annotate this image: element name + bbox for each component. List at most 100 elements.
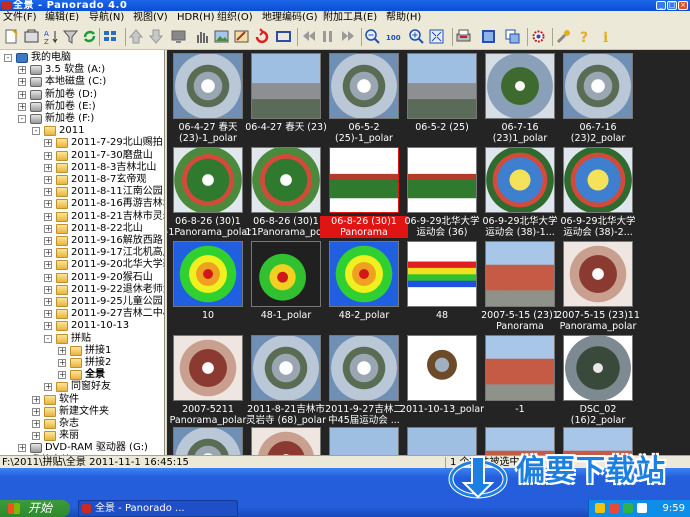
menu-geocode[interactable]: 地理编码(G) xyxy=(262,12,318,23)
tree-item[interactable]: +2011-9-27吉林二中4 xyxy=(0,308,164,320)
screen-icon[interactable] xyxy=(480,28,497,45)
tree-item[interactable]: +2011-9-17江北机高广 xyxy=(0,247,164,259)
tree-item[interactable]: + 同窗好友 xyxy=(0,381,164,393)
collapse-icon[interactable]: - xyxy=(4,54,12,62)
tree-item[interactable]: + 新加卷 (E:) xyxy=(0,101,164,113)
thumbnail-image[interactable] xyxy=(485,335,555,401)
expand-icon[interactable]: + xyxy=(44,163,52,172)
thumbnail-item[interactable]: 06-5-2 (25) xyxy=(404,50,480,142)
thumbnail-image[interactable] xyxy=(173,335,243,401)
close-button[interactable]: × xyxy=(678,1,688,10)
refresh-icon[interactable] xyxy=(81,28,98,45)
expand-icon[interactable]: + xyxy=(44,383,52,392)
thumbnail-item[interactable] xyxy=(248,424,324,455)
tree-item[interactable]: +3.5 软盘 (A:) xyxy=(0,64,164,76)
thumbnail-image[interactable] xyxy=(407,335,477,401)
tree-item[interactable]: + DVD-RAM 驱动器 (G:) xyxy=(0,442,164,454)
thumbnail-image[interactable] xyxy=(485,241,555,307)
tree-item[interactable]: + 来丽 xyxy=(0,430,164,442)
expand-icon[interactable]: + xyxy=(44,139,52,148)
print-icon[interactable] xyxy=(455,28,472,45)
thumbnail-image[interactable] xyxy=(407,147,477,213)
tree-item[interactable]: +2011-9-16解放西路 xyxy=(0,235,164,247)
thumbnail-image[interactable] xyxy=(173,147,243,213)
expand-icon[interactable]: + xyxy=(44,212,52,221)
tree-item[interactable]: + 拼接2 xyxy=(0,357,164,369)
filter-icon[interactable] xyxy=(62,28,79,45)
thumbnail-image[interactable] xyxy=(173,241,243,307)
expand-icon[interactable]: + xyxy=(32,432,40,441)
expand-icon[interactable]: + xyxy=(18,444,26,453)
expand-icon[interactable]: + xyxy=(44,249,52,258)
up-icon[interactable] xyxy=(128,28,145,45)
tree-item[interactable]: +2011-9-22退休老师活 xyxy=(0,284,164,296)
info-icon[interactable]: i xyxy=(598,28,615,46)
image-edit-icon[interactable] xyxy=(233,28,250,45)
monitor-icon[interactable] xyxy=(170,28,187,45)
expand-icon[interactable]: + xyxy=(44,322,52,331)
tree-item[interactable]: + 拼接1 xyxy=(0,345,164,357)
rewind-icon[interactable] xyxy=(300,28,317,45)
thumbnail-image[interactable] xyxy=(485,53,555,119)
thumbnail-item[interactable]: 2011-9-27吉林二 中45届运动会 ... xyxy=(325,332,403,426)
tree-item[interactable]: +2011-9-20猴石山 xyxy=(0,272,164,284)
thumbnail-item[interactable]: 48-1_polar xyxy=(248,238,324,330)
folder-tree[interactable]: - 我的电脑 +3.5 软盘 (A:) + 本地磁盘 (C:) + 新加卷 (D:) + 新加卷… xyxy=(0,50,165,455)
thumbnail-image[interactable] xyxy=(329,335,399,401)
expand-icon[interactable]: + xyxy=(44,237,52,245)
expand-icon[interactable]: + xyxy=(44,261,52,270)
thumbnails-icon[interactable] xyxy=(102,28,119,45)
tree-item[interactable]: +2011-7-29北山赐拍 xyxy=(0,137,164,149)
expand-icon[interactable]: + xyxy=(58,359,66,367)
collapse-icon[interactable]: - xyxy=(32,127,40,136)
expand-icon[interactable]: + xyxy=(32,420,40,428)
image-icon[interactable] xyxy=(213,28,230,45)
thumbnail-item[interactable]: 48 xyxy=(404,238,480,330)
menu-hdr[interactable]: HDR(H) xyxy=(177,12,215,23)
collapse-icon[interactable]: - xyxy=(18,115,26,123)
zoom-out-icon[interactable] xyxy=(408,28,425,45)
menu-organize[interactable]: 组织(O) xyxy=(217,12,253,23)
tree-item[interactable]: +2011-8-3吉林北山 xyxy=(0,162,164,174)
minimize-button[interactable]: _ xyxy=(656,1,666,10)
tree-item[interactable]: +2011-7-30磨盘山 xyxy=(0,150,164,162)
tree-item[interactable]: + 杂志 xyxy=(0,418,164,430)
thumbnail-image[interactable] xyxy=(563,147,633,213)
tree-item[interactable]: +2011-8-7玄帝观 xyxy=(0,174,164,186)
thumbnail-image[interactable] xyxy=(563,241,633,307)
down-icon[interactable] xyxy=(148,28,165,45)
favorite-icon[interactable] xyxy=(23,28,40,45)
tree-item[interactable]: + 软件 xyxy=(0,394,164,406)
tree-item[interactable]: + 新加卷 (D:) xyxy=(0,89,164,101)
menu-view[interactable]: 视图(V) xyxy=(133,12,168,23)
tree-item[interactable]: +2011-8-22北山 xyxy=(0,223,164,235)
expand-icon[interactable]: + xyxy=(18,66,26,75)
new-icon[interactable] xyxy=(3,28,20,45)
thumbnail-image[interactable] xyxy=(173,53,243,119)
thumbnail-item[interactable] xyxy=(170,424,246,455)
sort-icon[interactable]: AZ xyxy=(43,28,60,46)
thumbnail-image[interactable] xyxy=(485,147,555,213)
menu-help[interactable]: 帮助(H) xyxy=(386,12,421,23)
expand-icon[interactable]: + xyxy=(32,407,40,416)
thumbnail-image[interactable] xyxy=(329,241,399,307)
help-icon[interactable]: ? xyxy=(576,28,593,46)
expand-icon[interactable]: + xyxy=(44,151,52,160)
thumbnail-item[interactable]: 06-9-29北华大学 运动会 (38)-1... xyxy=(482,144,558,238)
zoom-in-icon[interactable] xyxy=(364,28,381,45)
thumbnail-item[interactable]: 06-4-27 春天 (23)-1_polar xyxy=(170,50,246,144)
expand-icon[interactable]: + xyxy=(58,346,66,355)
thumbnail-image[interactable] xyxy=(251,427,321,455)
tree-item[interactable]: +2011-8-16再游吉林北 xyxy=(0,198,164,210)
thumbnail-item[interactable]: 2007-5211 Panorama_polar xyxy=(170,332,246,426)
tree-item[interactable]: + 新建文件夹 xyxy=(0,406,164,418)
tree-item[interactable]: - 2011 xyxy=(0,125,164,137)
menu-edit[interactable]: 编辑(E) xyxy=(45,12,79,23)
expand-icon[interactable]: + xyxy=(44,310,52,319)
thumbnail-item[interactable]: 06-8-26 (30)1 -1Panorama_polar xyxy=(167,144,251,238)
thumbnail-image[interactable] xyxy=(329,53,399,119)
thumbnail-item[interactable]: 06-8-26 (30)1 -11Panorama_polar xyxy=(242,144,334,238)
expand-icon[interactable]: + xyxy=(44,273,52,282)
thumbnail-image[interactable] xyxy=(251,241,321,307)
thumbnail-item[interactable]: 2011-10-13_polar xyxy=(400,332,484,424)
